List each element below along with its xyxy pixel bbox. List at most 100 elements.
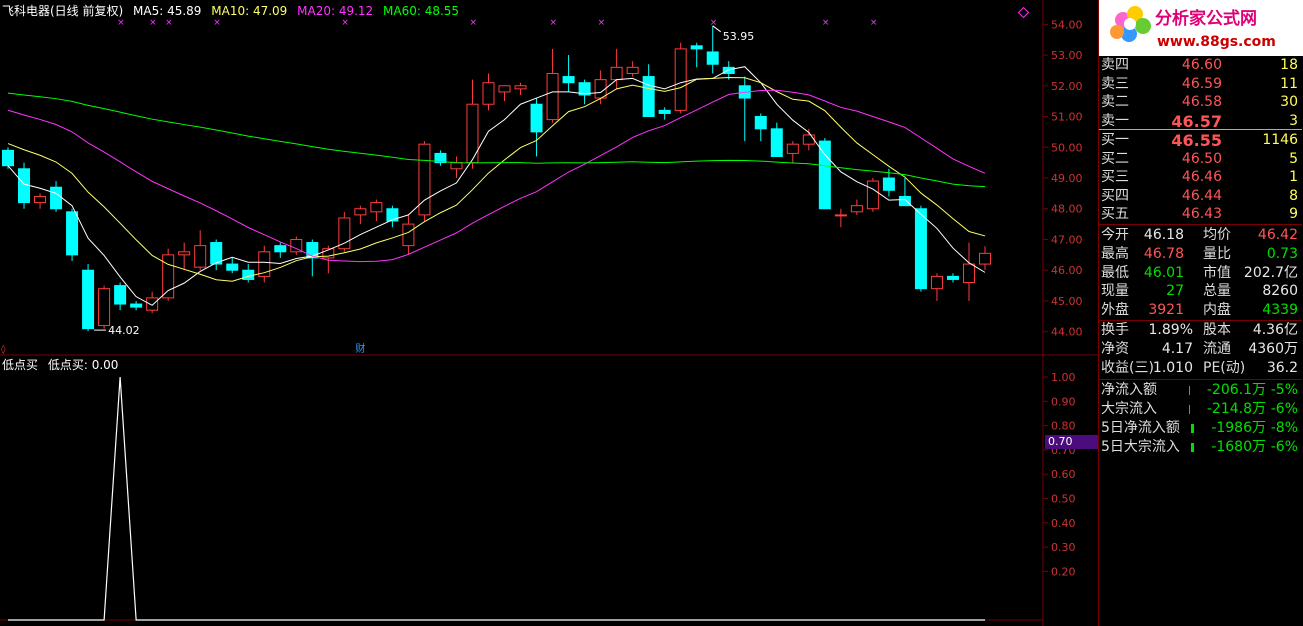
stat-label: 总量 (1203, 283, 1231, 300)
order-volume: 8 (1289, 187, 1298, 204)
stat-row: 净资 4.17 流通 4360万 (1099, 340, 1302, 359)
ind-tick-label: 0.50 (1051, 493, 1076, 506)
order-price: 46.43 (1181, 206, 1222, 222)
flow-bar (1189, 386, 1190, 395)
candle-body (546, 72, 559, 121)
event-marker: × (598, 18, 606, 28)
flow-value: -1680万 (1211, 439, 1266, 455)
stat-row: 今开 46.18 均价 46.42 (1099, 226, 1302, 245)
candle-body (498, 85, 511, 93)
candle-body (386, 208, 399, 222)
order-price: 46.55 (1171, 131, 1222, 150)
candle-body (962, 263, 975, 284)
stat-value: 1.010 (1152, 360, 1193, 376)
candle-body (658, 109, 671, 114)
event-marker: × (341, 18, 349, 28)
stat-label: 内盘 (1203, 302, 1231, 319)
flow-label: 5日大宗流入 (1101, 439, 1180, 455)
ind-tick-label: 0.40 (1051, 517, 1076, 530)
flow-label: 净流入额 (1101, 382, 1157, 398)
split-marker: ◊ (1, 344, 6, 355)
flow-percent: -8% (1270, 420, 1298, 436)
ma60-line (7, 92, 986, 188)
order-price: 46.50 (1181, 150, 1222, 167)
ind-tick-label: 0.20 (1051, 565, 1076, 578)
order-price: 46.60 (1181, 57, 1222, 73)
stat-value: 46.78 (1143, 245, 1184, 262)
candle-body (818, 140, 831, 210)
order-volume: 1146 (1262, 132, 1298, 148)
order-row: 买二 46.50 5 (1099, 150, 1302, 169)
flow-percent: -5% (1270, 382, 1298, 398)
flow-bar (1191, 424, 1194, 433)
order-label: 买一 (1101, 132, 1129, 148)
stat-label: 股本 (1203, 322, 1231, 338)
candle-body (882, 177, 895, 191)
order-volume: 3 (1289, 112, 1298, 129)
order-volume: 18 (1280, 57, 1298, 73)
candle-body (802, 134, 815, 145)
candle-body (979, 252, 991, 265)
event-marker: × (149, 18, 157, 28)
low-price-label: 44.02 (108, 324, 140, 337)
stat-value: 4.36亿 (1252, 322, 1298, 338)
indicator-name: 低点买 (2, 358, 39, 372)
event-marker: × (870, 18, 878, 28)
order-label: 买五 (1101, 206, 1129, 222)
finance-marker: 财 (355, 342, 365, 355)
flow-value: -214.8万 (1206, 401, 1266, 417)
event-marker: × (165, 18, 173, 28)
order-price: 46.59 (1181, 75, 1222, 92)
y-tick-label: 45.00 (1051, 295, 1083, 308)
stat-label: 换手 (1101, 322, 1129, 338)
event-marker: × (117, 18, 125, 28)
order-label: 卖二 (1101, 94, 1129, 110)
candle-body (338, 217, 351, 250)
stat-label: 最低 (1101, 264, 1129, 281)
stat-value: 202.7亿 (1243, 264, 1298, 281)
ma60-label: MA60: 48.55 (383, 4, 460, 18)
candle-body (610, 66, 623, 81)
candle-body (626, 66, 639, 74)
order-label: 买三 (1101, 169, 1129, 185)
kline-chart[interactable]: 54.00 53.00 52.00 51.00 50.00 49.00 48.00 47.00… (0, 0, 1098, 626)
stat-label: 量比 (1203, 245, 1231, 262)
stat-label: 今开 (1101, 227, 1129, 243)
order-row: 卖一 46.57 3 (1099, 112, 1302, 131)
order-label: 买四 (1101, 187, 1129, 204)
stat-value: 1.89% (1148, 322, 1193, 338)
order-label: 卖一 (1101, 112, 1129, 129)
event-marker: × (213, 18, 221, 28)
stat-row: 最高 46.78 量比 0.73 (1099, 245, 1302, 264)
y-tick-label: 51.00 (1051, 111, 1083, 124)
flow-value: -1986万 (1211, 420, 1266, 436)
y-tick-label: 44.00 (1051, 326, 1083, 339)
stat-label: 最高 (1101, 245, 1129, 262)
flow-bar (1191, 443, 1194, 452)
ind-tick-label: 0.60 (1051, 468, 1076, 481)
stat-label: 均价 (1203, 227, 1231, 243)
quote-panel: 分析家公式网 www.88gs.com 卖四 46.60 18 卖三 46.59 11 卖二… (1098, 0, 1303, 626)
stat-value: 46.01 (1143, 264, 1184, 281)
flow-row: 5日净流入额 -1986万 -8% (1099, 419, 1302, 438)
stat-label: 流通 (1203, 341, 1231, 357)
flow-label: 大宗流入 (1101, 401, 1157, 417)
ind-tick-label: 0.80 (1051, 420, 1076, 433)
order-label: 卖四 (1101, 57, 1129, 73)
stat-row: 最低 46.01 市值 202.7亿 (1099, 264, 1302, 283)
order-row: 卖四 46.60 18 (1099, 56, 1302, 75)
candle-body (2, 149, 14, 167)
candle-body (146, 297, 159, 311)
order-row: 买一 46.55 1146 (1099, 131, 1302, 150)
candle-body (370, 202, 383, 213)
stat-row: 外盘 3921 内盘 4339 (1099, 301, 1302, 320)
order-row: 买三 46.46 1 (1099, 168, 1302, 187)
candle-body (354, 208, 367, 216)
y-tick-label: 48.00 (1051, 203, 1083, 216)
candle-body (514, 85, 527, 90)
stat-value: 4339 (1262, 302, 1298, 319)
candle-body (834, 214, 847, 217)
order-row: 卖三 46.59 11 (1099, 75, 1302, 94)
event-marker: × (550, 18, 558, 28)
event-marker: × (822, 18, 830, 28)
